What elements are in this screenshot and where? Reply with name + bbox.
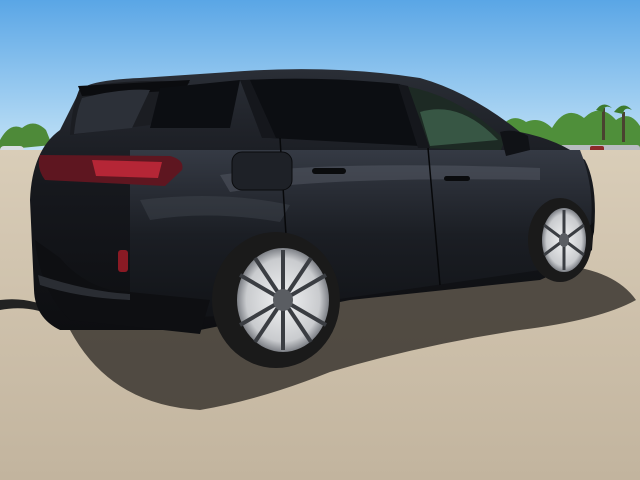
front-wheel xyxy=(528,198,592,282)
photo-scene xyxy=(0,0,640,480)
rear-door-handle xyxy=(312,168,346,174)
charge-port-door xyxy=(231,151,293,191)
rear-reflector xyxy=(118,250,128,272)
rear-wheel xyxy=(212,232,340,368)
front-door-handle xyxy=(444,176,470,181)
